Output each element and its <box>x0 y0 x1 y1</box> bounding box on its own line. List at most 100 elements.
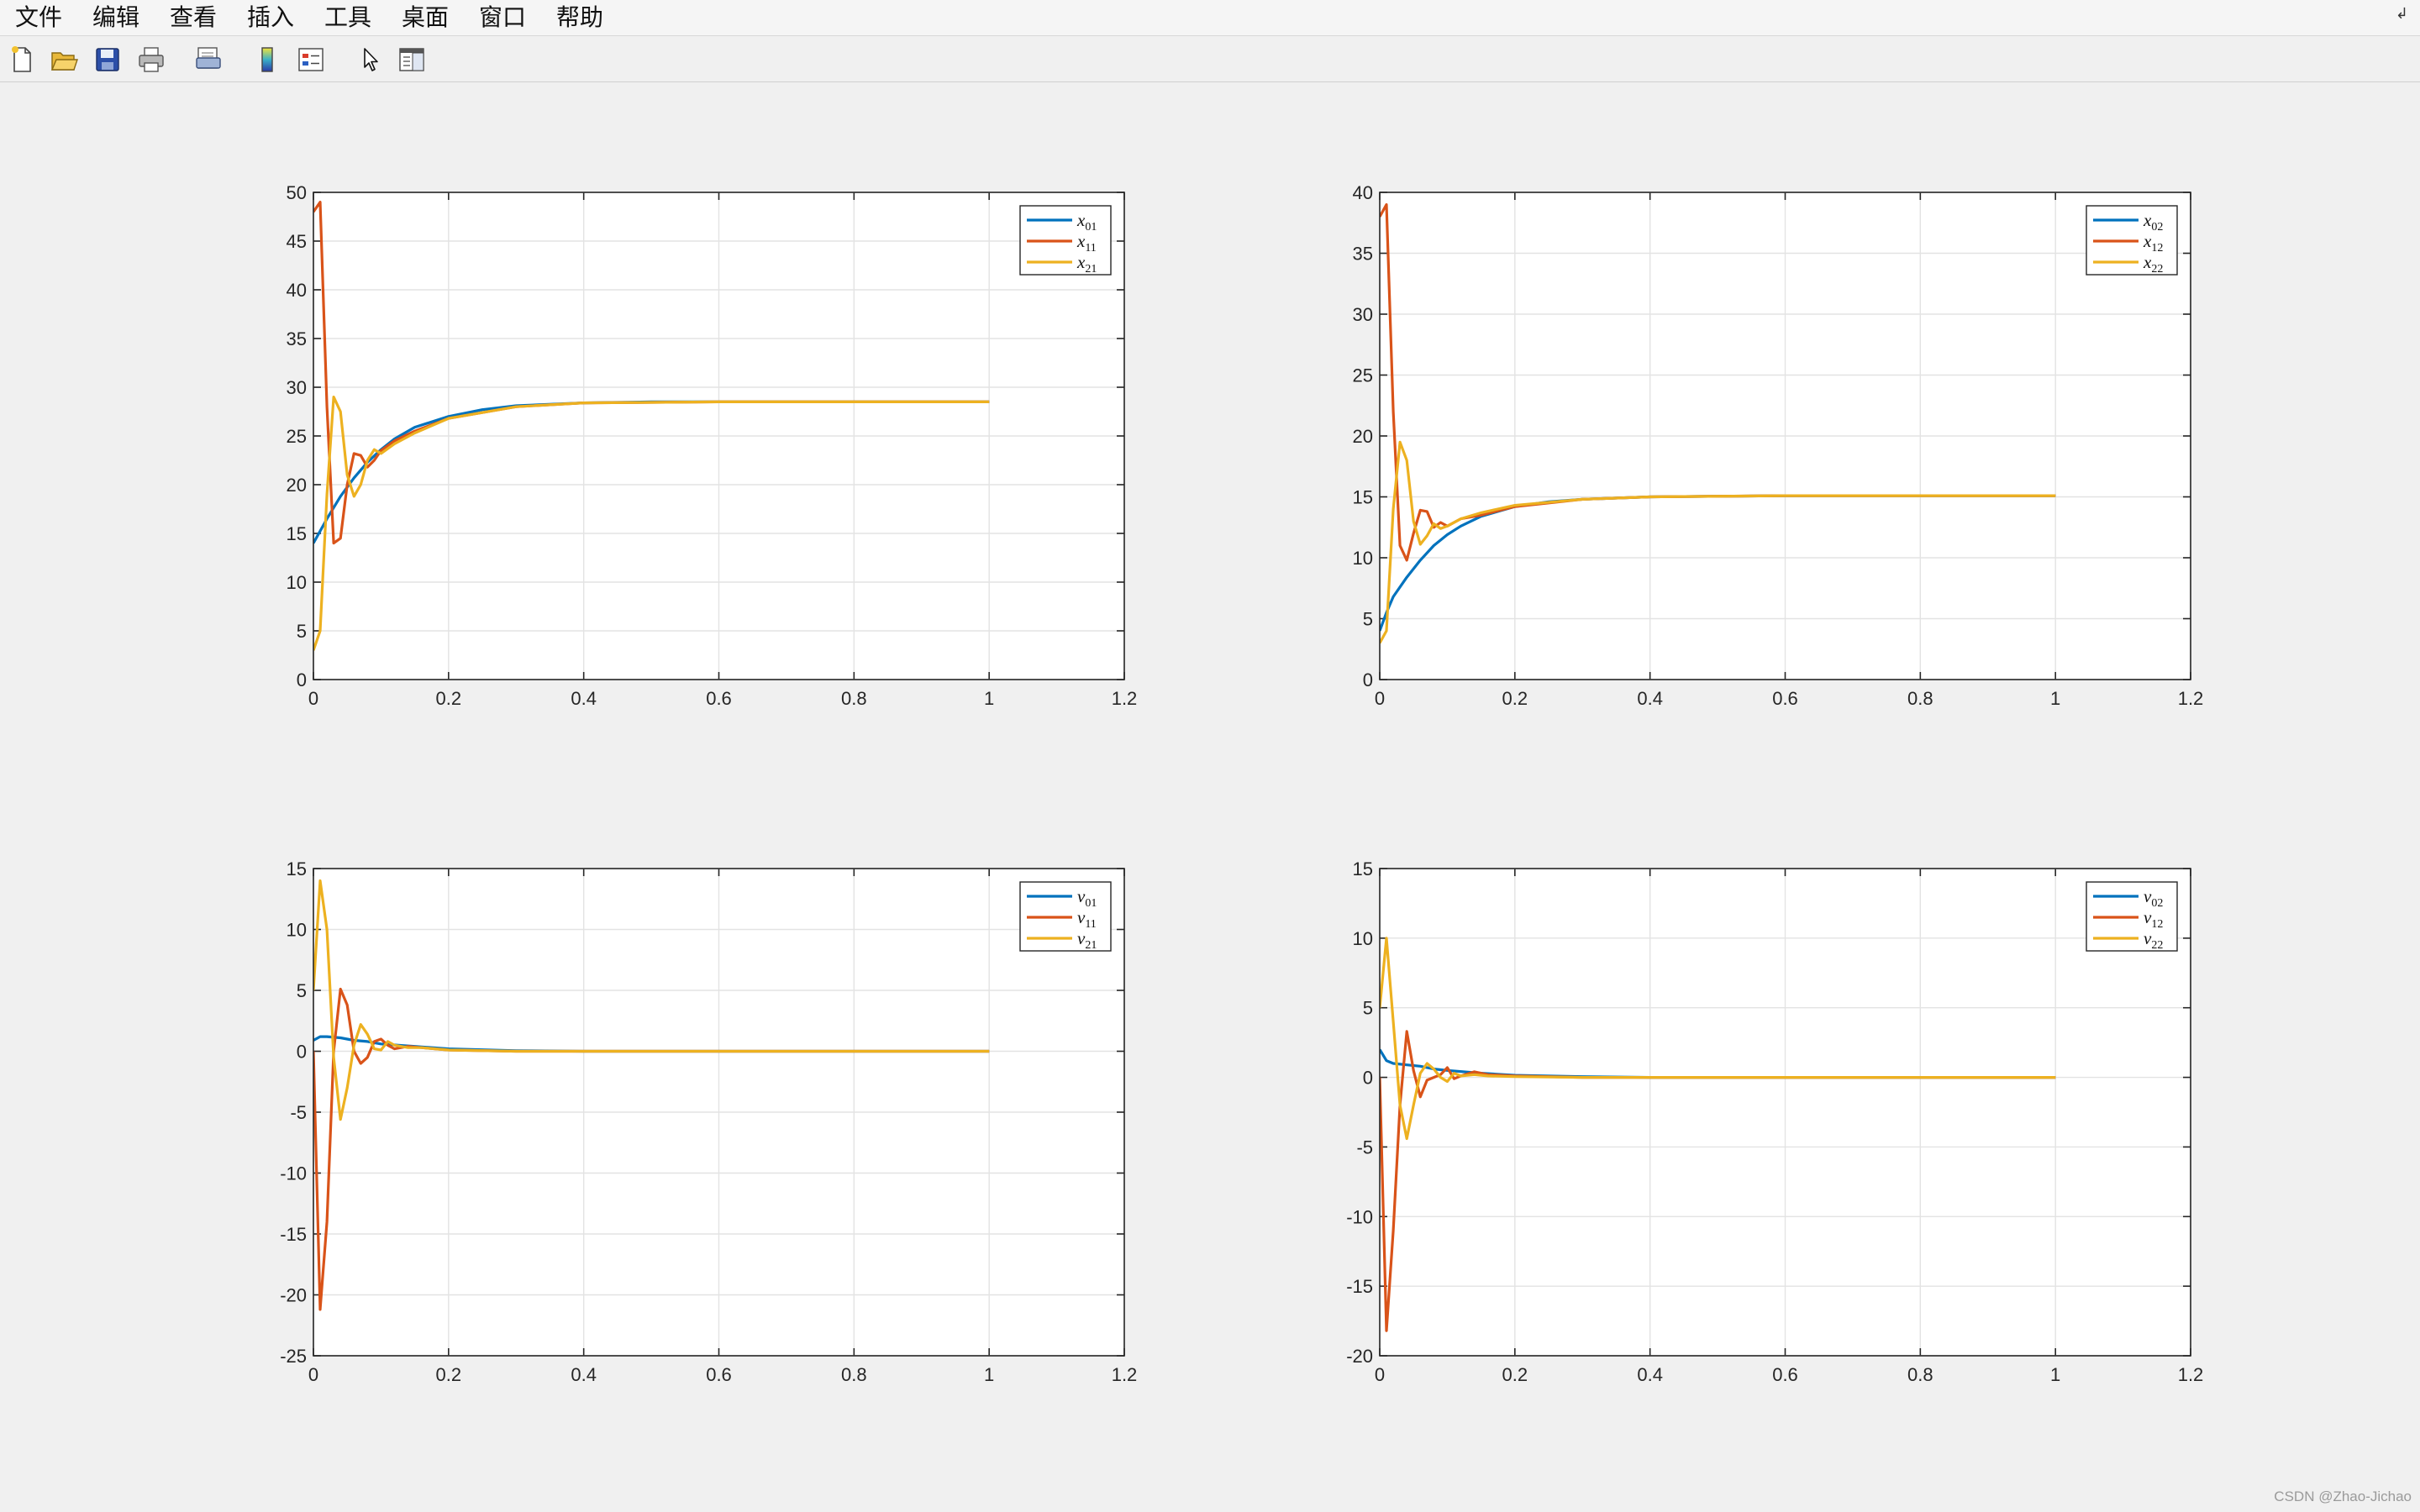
y-tick-label: 35 <box>287 328 307 349</box>
legend-entry-subscript: 01 <box>1085 897 1097 910</box>
x-tick-label: 0 <box>308 1364 318 1385</box>
y-tick-label: 0 <box>297 1042 307 1063</box>
axes-1: 0 0.2 0.4 0.6 0.8 1 1.2 0 5 10 15 20 25 30 35 40 45 50 x01… <box>287 182 1138 709</box>
x-tick-label: 0 <box>1375 688 1385 709</box>
legend-entry-subscript: 12 <box>2151 242 2163 255</box>
x-tick-label: 0.2 <box>436 688 462 709</box>
watermark: CSDN @Zhao-Jichao <box>2274 1488 2412 1504</box>
y-tick-label: 5 <box>1363 609 1373 630</box>
y-tick-label: -5 <box>290 1102 307 1123</box>
save-icon[interactable] <box>92 45 123 75</box>
legend-entry-subscript: 02 <box>2151 897 2163 910</box>
print-preview-icon[interactable] <box>193 45 224 75</box>
y-tick-label: 0 <box>297 669 307 690</box>
legend-entry-subscript: 21 <box>1085 263 1097 276</box>
y-tick-label: 15 <box>1353 487 1373 508</box>
menu-file[interactable]: 文件 <box>10 3 67 32</box>
x-tick-label: 1 <box>984 1364 994 1385</box>
x-tick-label: 0.6 <box>706 1364 732 1385</box>
x-tick-label: 0.4 <box>571 1364 597 1385</box>
property-inspector-icon[interactable] <box>397 45 427 75</box>
y-tick-label: -5 <box>1356 1137 1373 1158</box>
y-tick-label: 5 <box>1363 998 1373 1019</box>
legend-entry-subscript: 11 <box>1085 242 1096 255</box>
x-tick-label: 1 <box>2050 688 2060 709</box>
x-tick-label: 0.2 <box>1502 1364 1528 1385</box>
y-tick-label: 15 <box>287 523 307 544</box>
menu-window[interactable]: 窗口 <box>474 3 531 32</box>
y-tick-label: 50 <box>287 182 307 203</box>
y-tick-label: -10 <box>280 1163 307 1184</box>
y-tick-label: 5 <box>297 980 307 1001</box>
collapse-menu-icon[interactable]: ↲ <box>2396 5 2408 23</box>
axes-2: 0 0.2 0.4 0.6 0.8 1 1.2 0 5 10 15 20 25 30 35 40 x02x12x… <box>1353 182 2204 709</box>
insert-colorbar-icon[interactable] <box>252 45 282 75</box>
new-figure-icon[interactable] <box>7 45 37 75</box>
axes-3: 0 0.2 0.4 0.6 0.8 1 1.2 -25 -20 -15 -10 -5 0 5 10 15 v01… <box>280 858 1137 1385</box>
y-tick-label: 25 <box>1353 365 1373 386</box>
y-tick-label: 10 <box>287 920 307 941</box>
y-tick-label: -20 <box>280 1285 307 1306</box>
menu-tools[interactable]: 工具 <box>319 3 376 32</box>
menu-bar: 文件 编辑 查看 插入 工具 桌面 窗口 帮助 ↲ <box>0 0 2420 36</box>
legend-entry-subscript: 02 <box>2151 221 2163 234</box>
y-tick-label: 15 <box>287 858 307 879</box>
y-tick-label: 0 <box>1363 669 1373 690</box>
legend-entry-subscript: 21 <box>1085 939 1097 952</box>
x-tick-label: 0.4 <box>571 688 597 709</box>
legend-entry-subscript: 22 <box>2151 939 2163 952</box>
y-tick-label: 10 <box>1353 548 1373 569</box>
legend-entry-subscript: 01 <box>1085 221 1097 234</box>
y-tick-label: -15 <box>280 1224 307 1245</box>
y-tick-label: 0 <box>1363 1068 1373 1089</box>
insert-legend-icon[interactable] <box>296 45 326 75</box>
x-tick-label: 1.2 <box>1112 1364 1138 1385</box>
x-tick-label: 0 <box>1375 1364 1385 1385</box>
y-tick-label: 15 <box>1353 858 1373 879</box>
menu-view[interactable]: 查看 <box>165 3 222 32</box>
y-tick-label: -20 <box>1346 1346 1373 1367</box>
y-tick-label: 5 <box>297 621 307 642</box>
open-file-icon[interactable] <box>49 45 79 75</box>
y-tick-label: 45 <box>287 231 307 252</box>
y-tick-label: -15 <box>1346 1276 1373 1297</box>
y-tick-label: 30 <box>287 377 307 398</box>
legend: v01v11v21 <box>1019 881 1112 952</box>
x-tick-label: 0.8 <box>1907 1364 1933 1385</box>
y-tick-label: -10 <box>1346 1206 1373 1227</box>
print-icon[interactable] <box>136 45 166 75</box>
x-tick-label: 0.8 <box>1907 688 1933 709</box>
menu-desktop[interactable]: 桌面 <box>397 3 454 32</box>
edit-plot-icon[interactable] <box>355 45 385 75</box>
legend: x01x11x21 <box>1019 205 1112 276</box>
y-tick-label: 25 <box>287 426 307 447</box>
y-tick-label: 35 <box>1353 244 1373 265</box>
menu-edit[interactable]: 编辑 <box>87 3 145 32</box>
y-tick-label: -25 <box>280 1346 307 1367</box>
x-tick-label: 0.8 <box>841 1364 867 1385</box>
legend-entry-subscript: 12 <box>2151 918 2163 931</box>
x-tick-label: 1 <box>984 688 994 709</box>
menu-help[interactable]: 帮助 <box>551 3 608 32</box>
x-tick-label: 0 <box>308 688 318 709</box>
figure-toolbar <box>0 36 2420 82</box>
y-tick-label: 20 <box>287 475 307 496</box>
menu-insert[interactable]: 插入 <box>242 3 299 32</box>
y-tick-label: 20 <box>1353 426 1373 447</box>
x-tick-label: 1.2 <box>2178 688 2204 709</box>
x-tick-label: 0.2 <box>436 1364 462 1385</box>
x-tick-label: 0.6 <box>706 688 732 709</box>
x-tick-label: 0.4 <box>1637 688 1663 709</box>
x-tick-label: 1.2 <box>1112 688 1138 709</box>
y-tick-label: 10 <box>287 572 307 593</box>
figure-canvas: 0 0.2 0.4 0.6 0.8 1 1.2 0 5 10 15 20 25 30 35 40 45 50 x01… <box>0 82 2420 1512</box>
y-tick-label: 30 <box>1353 304 1373 325</box>
legend-entry-subscript: 22 <box>2151 263 2163 276</box>
x-tick-label: 1.2 <box>2178 1364 2204 1385</box>
x-tick-label: 0.2 <box>1502 688 1528 709</box>
legend: x02x12x22 <box>2086 205 2178 276</box>
x-tick-label: 1 <box>2050 1364 2060 1385</box>
x-tick-label: 0.6 <box>1772 688 1798 709</box>
x-tick-label: 0.8 <box>841 688 867 709</box>
y-tick-label: 10 <box>1353 928 1373 949</box>
